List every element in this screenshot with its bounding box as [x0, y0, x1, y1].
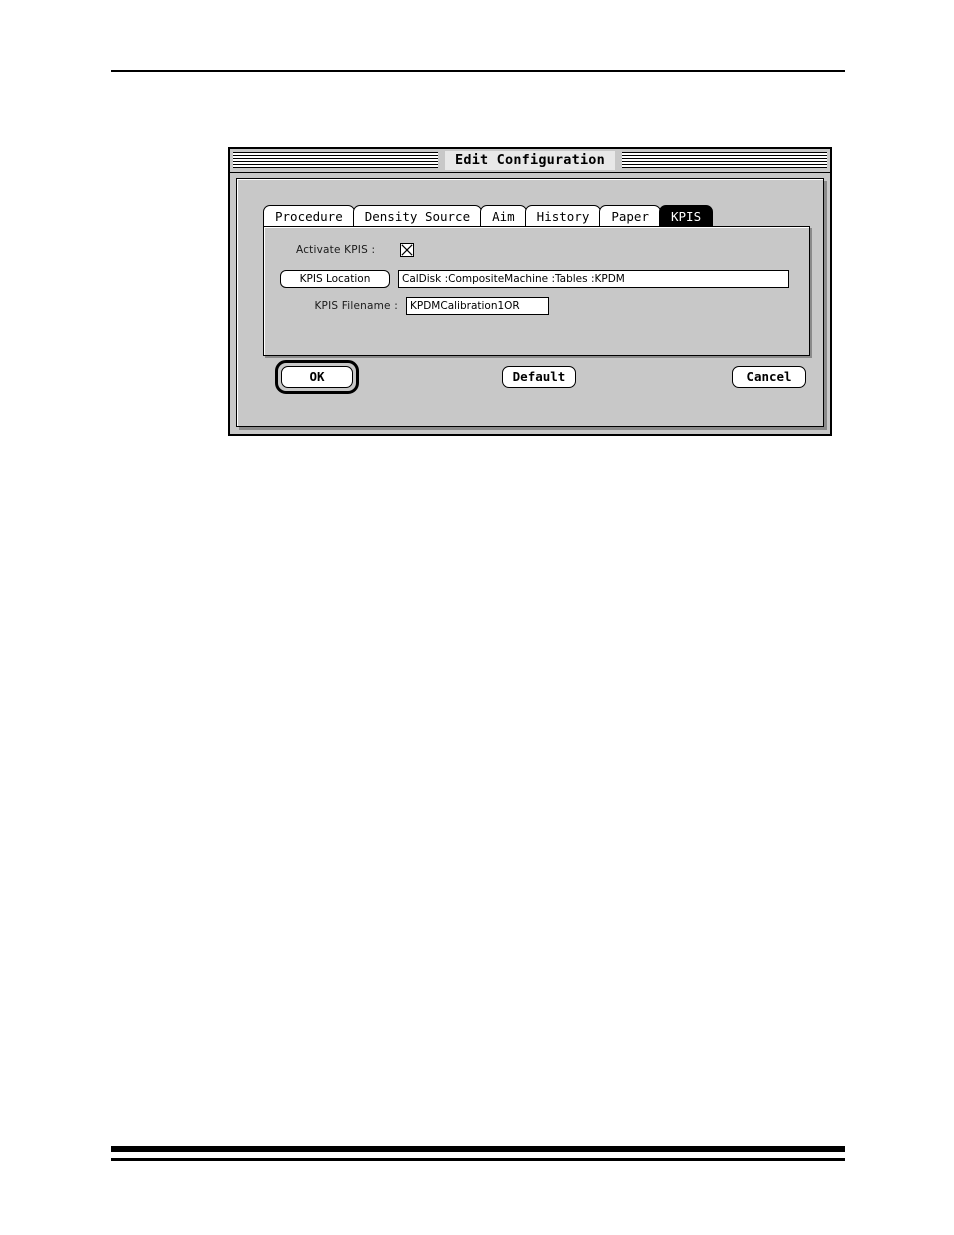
default-button[interactable]: Default [502, 366, 576, 388]
kpis-filename-input[interactable]: KPDMCalibration1OR [406, 297, 549, 315]
ok-button[interactable]: OK [281, 366, 353, 388]
tab-procedure[interactable]: Procedure [263, 205, 355, 227]
kpis-location-button[interactable]: KPIS Location [280, 270, 390, 288]
kpis-filename-label: KPIS Filename : [314, 300, 398, 312]
check-x-icon [401, 244, 413, 256]
page-header-rule [111, 70, 845, 72]
title-bar-stripes-left [233, 152, 438, 168]
kpis-location-row: KPIS Location CalDisk :CompositeMachine … [280, 270, 789, 288]
tab-history[interactable]: History [524, 205, 602, 227]
dialog-title: Edit Configuration [445, 151, 615, 170]
kpis-filename-row: KPIS Filename : KPDMCalibration1OR [280, 297, 549, 315]
activate-kpis-checkbox[interactable] [400, 243, 414, 257]
cancel-button[interactable]: Cancel [732, 366, 806, 388]
activate-kpis-row: Activate KPIS : [296, 243, 414, 257]
tab-paper[interactable]: Paper [599, 205, 661, 227]
page-footer-rule-thin [111, 1158, 845, 1161]
dialog-body: Procedure Density Source Aim History Pap… [236, 178, 824, 427]
tab-density-source[interactable]: Density Source [352, 205, 483, 227]
activate-kpis-label: Activate KPIS : [296, 244, 376, 256]
tab-strip: Procedure Density Source Aim History Pap… [263, 205, 714, 227]
edit-configuration-dialog: Edit Configuration Procedure Density Sou… [228, 147, 832, 436]
title-bar-stripes-right [622, 152, 827, 168]
kpis-tab-panel: Activate KPIS : KPIS Location CalDisk :C… [263, 226, 810, 356]
tab-aim[interactable]: Aim [480, 205, 527, 227]
page-footer-rule-thick [111, 1146, 845, 1152]
tab-kpis[interactable]: KPIS [659, 205, 714, 227]
kpis-location-input[interactable]: CalDisk :CompositeMachine :Tables :KPDM [398, 270, 789, 288]
dialog-title-bar[interactable]: Edit Configuration [230, 149, 830, 173]
